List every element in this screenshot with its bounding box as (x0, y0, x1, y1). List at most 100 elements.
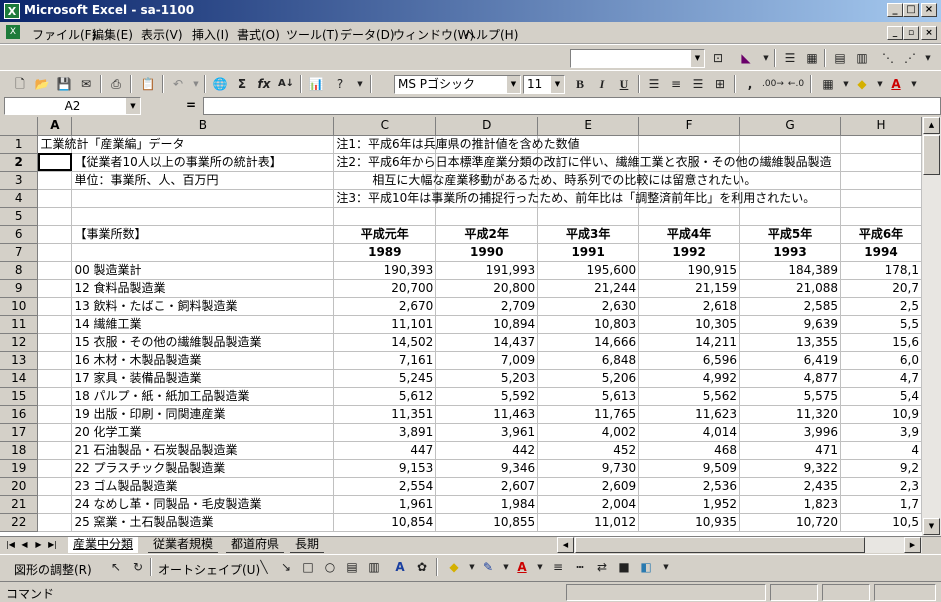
cell-a10[interactable] (37, 297, 73, 316)
by-row-icon[interactable]: ▤ (830, 49, 850, 67)
cell-g10[interactable]: 2,585 (739, 297, 841, 316)
cell-g20[interactable]: 2,435 (739, 477, 841, 496)
properties-icon[interactable]: ⊡ (708, 49, 728, 67)
row-header[interactable]: 15 (0, 387, 39, 406)
cell-e21[interactable]: 2,004 (537, 495, 640, 514)
cell-f7[interactable]: 1992 (638, 243, 741, 262)
cell-g12[interactable]: 13,355 (739, 333, 841, 352)
cell-b1[interactable] (71, 135, 335, 154)
cell-e9[interactable]: 21,244 (537, 279, 640, 298)
cell-d14[interactable]: 5,203 (435, 369, 539, 388)
cell-e22[interactable]: 11,012 (537, 513, 640, 532)
cell-a11[interactable] (37, 315, 73, 334)
cell-b20[interactable]: 23 ゴム製品製造業 (71, 477, 335, 496)
shadow-icon[interactable]: ■ (614, 558, 634, 576)
angle-text-up-icon[interactable]: ⋰ (900, 49, 920, 67)
row-header[interactable]: 5 (0, 207, 39, 226)
cell-c15[interactable]: 5,612 (333, 387, 437, 406)
fill-color-icon[interactable]: ◆ (852, 75, 872, 93)
scroll-up-icon[interactable]: ▲ (923, 117, 940, 134)
cell-f16[interactable]: 11,623 (638, 405, 741, 424)
last-sheet-icon[interactable]: ▶| (46, 538, 59, 552)
paste-icon[interactable]: 📋 (138, 75, 158, 93)
cell-g9[interactable]: 21,088 (739, 279, 841, 298)
dash-style-icon[interactable]: ┅ (570, 558, 590, 576)
scroll-left-icon[interactable]: ◀ (557, 537, 574, 553)
worksheet-grid[interactable]: A B C D E F G H 1 工業統計「産業編」データ 注1：平成6年は兵庫県… (0, 117, 922, 536)
cell-h19[interactable]: 9,2 (840, 459, 922, 478)
menu-insert[interactable]: 挿入(I) (192, 26, 229, 43)
cell-g6[interactable]: 平成5年 (739, 225, 841, 244)
cell-e6[interactable]: 平成3年 (537, 225, 640, 244)
help-icon[interactable]: ? (330, 75, 350, 93)
draw-adjust-menu[interactable]: 図形の調整(R) (14, 561, 92, 578)
column-header-f[interactable]: F (638, 117, 741, 136)
comma-style-icon[interactable]: , (740, 75, 760, 93)
menu-window[interactable]: ウィンドウ(W) (393, 26, 474, 43)
row-header[interactable]: 9 (0, 279, 39, 298)
column-header-a[interactable]: A (37, 117, 73, 136)
cell-d17[interactable]: 3,961 (435, 423, 539, 442)
cell-e8[interactable]: 195,600 (537, 261, 640, 280)
cell-b22[interactable]: 25 窯業・土石製品製造業 (71, 513, 335, 532)
cell-f6[interactable]: 平成4年 (638, 225, 741, 244)
autoshape-menu[interactable]: オートシェイプ(U) (158, 561, 260, 578)
cell-h1[interactable] (840, 135, 922, 154)
cell-e15[interactable]: 5,613 (537, 387, 640, 406)
new-file-icon[interactable]: 🗋 (10, 75, 30, 93)
cell-e18[interactable]: 452 (537, 441, 640, 460)
cell-g15[interactable]: 5,575 (739, 387, 841, 406)
cell-a19[interactable] (37, 459, 73, 478)
line-style-icon[interactable]: ≡ (548, 558, 568, 576)
cell-c5[interactable] (333, 207, 437, 226)
excel-app-icon[interactable]: X (4, 3, 20, 19)
row-header[interactable]: 8 (0, 261, 39, 280)
chevron-down-icon[interactable]: ▼ (904, 75, 924, 93)
clipart-icon[interactable]: ✿ (412, 558, 432, 576)
cell-h2[interactable] (840, 153, 922, 172)
maximize-button[interactable]: □ (903, 3, 919, 17)
cell-a7[interactable] (37, 243, 73, 262)
horizontal-scroll-thumb[interactable] (575, 537, 865, 553)
cell-b10[interactable]: 13 飲料・たばこ・飼料製造業 (71, 297, 335, 316)
row-header[interactable]: 2 (0, 153, 39, 172)
cell-d22[interactable]: 10,855 (435, 513, 539, 532)
rotate-icon[interactable]: ↻ (128, 558, 148, 576)
cell-c19[interactable]: 9,153 (333, 459, 437, 478)
cell-a20[interactable] (37, 477, 73, 496)
cell-b15[interactable]: 18 パルプ・紙・紙加工品製造業 (71, 387, 335, 406)
wordart-icon[interactable]: A (390, 558, 410, 576)
doc-close-button[interactable]: × (921, 26, 937, 40)
column-header-g[interactable]: G (739, 117, 841, 136)
cell-b11[interactable]: 14 繊維工業 (71, 315, 335, 334)
column-header-e[interactable]: E (537, 117, 640, 136)
cell-a22[interactable] (37, 513, 73, 532)
cell-b8[interactable]: 00 製造業計 (71, 261, 335, 280)
cell-h10[interactable]: 2,5 (840, 297, 922, 316)
cell-e7[interactable]: 1991 (537, 243, 640, 262)
cell-c13[interactable]: 7,161 (333, 351, 437, 370)
cell-a14[interactable] (37, 369, 73, 388)
insert-function-icon[interactable]: fx (254, 75, 274, 93)
cell-d13[interactable]: 7,009 (435, 351, 539, 370)
line-color-icon[interactable]: ✎ (478, 558, 498, 576)
cell-a21[interactable] (37, 495, 73, 514)
data-table-icon[interactable]: ▦ (802, 49, 822, 67)
cell-c12[interactable]: 14,502 (333, 333, 437, 352)
increase-decimal-icon[interactable]: .00→ (762, 75, 784, 93)
cell-f14[interactable]: 4,992 (638, 369, 741, 388)
sheet-tab-sangyo[interactable]: 産業中分類 (68, 537, 139, 553)
cell-c14[interactable]: 5,245 (333, 369, 437, 388)
cell-f1[interactable] (638, 135, 741, 154)
column-header-b[interactable]: B (71, 117, 335, 136)
by-column-icon[interactable]: ▥ (852, 49, 872, 67)
cell-h21[interactable]: 1,7 (840, 495, 922, 514)
cell-d10[interactable]: 2,709 (435, 297, 539, 316)
cell-b21[interactable]: 24 なめし革・同製品・毛皮製造業 (71, 495, 335, 514)
cell-f17[interactable]: 4,014 (638, 423, 741, 442)
menu-data[interactable]: データ(D) (340, 26, 395, 43)
cell-d9[interactable]: 20,800 (435, 279, 539, 298)
merge-center-icon[interactable]: ⊞ (710, 75, 730, 93)
vertical-scrollbar[interactable]: ▲ ▼ (922, 117, 941, 536)
save-icon[interactable]: 💾 (54, 75, 74, 93)
